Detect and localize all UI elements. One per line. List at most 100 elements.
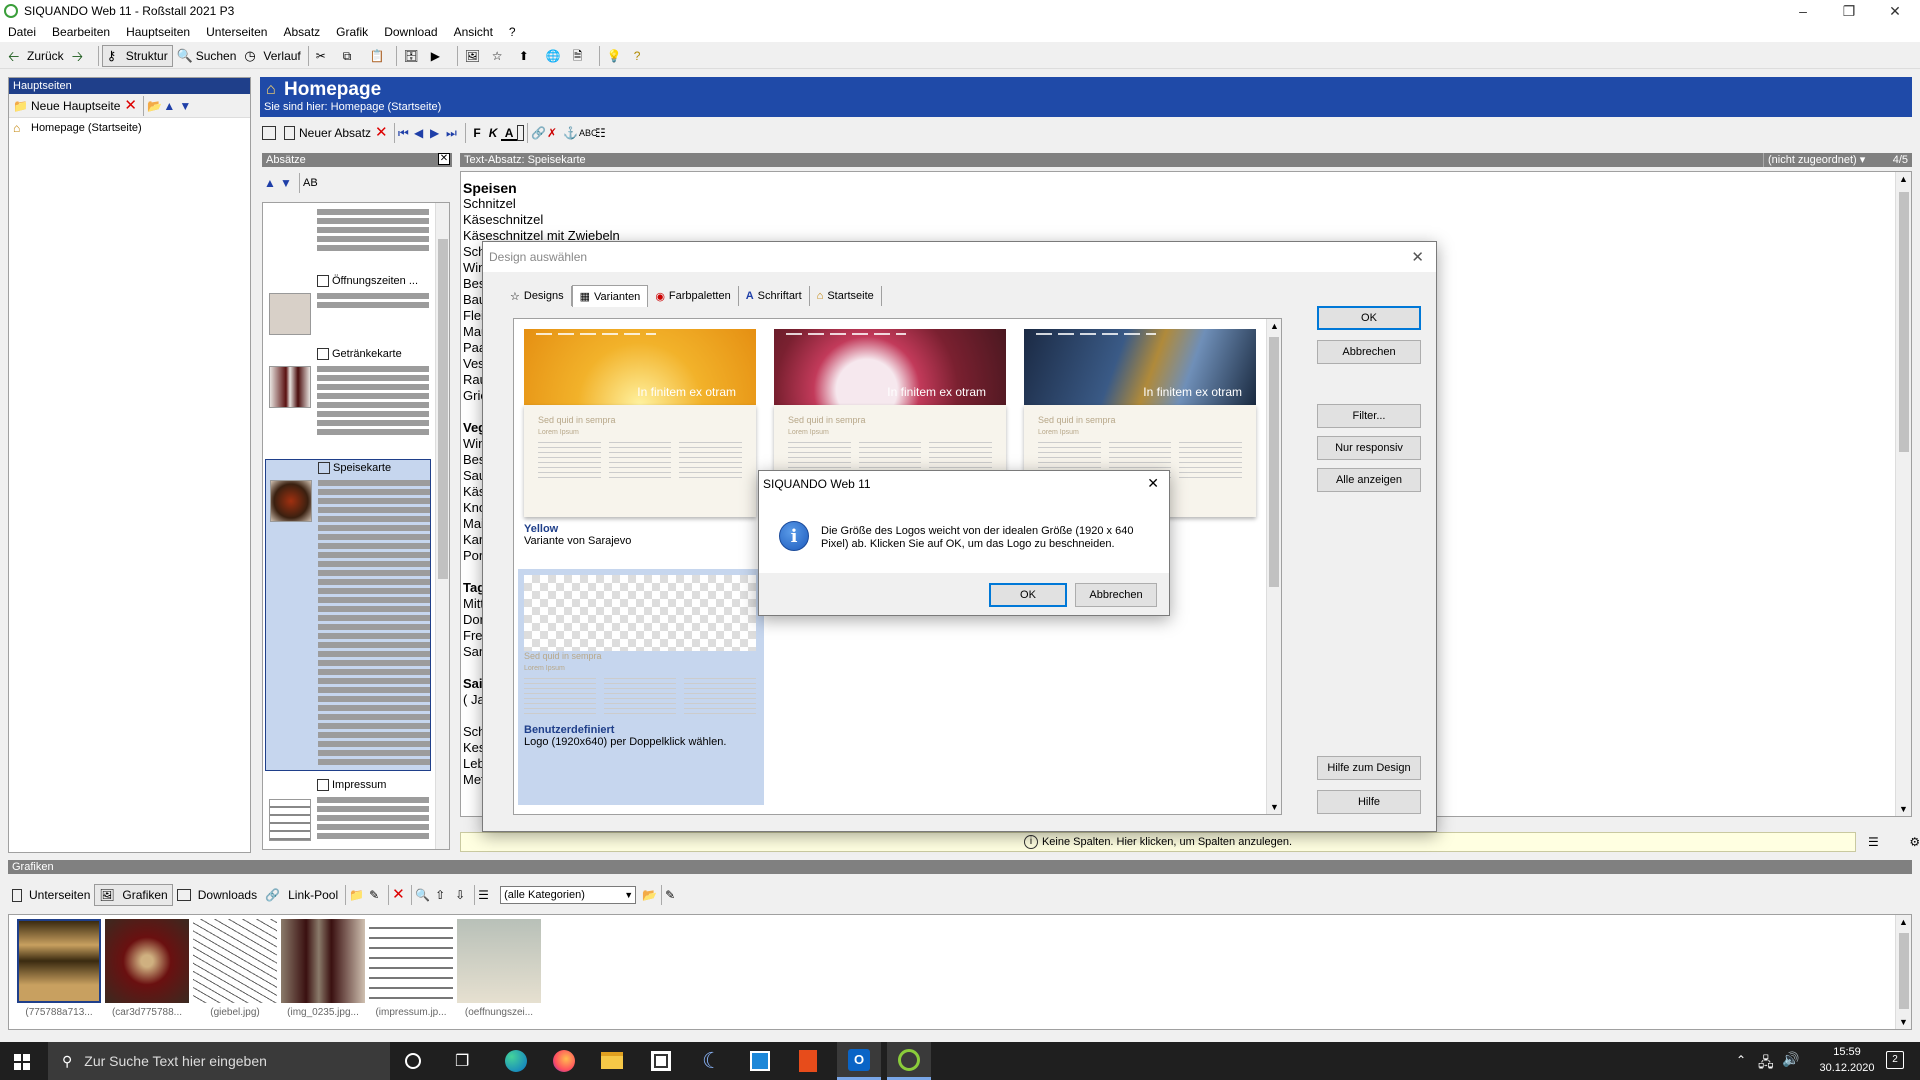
move-down-icon[interactable]: ▼	[179, 98, 195, 114]
menu-ansicht[interactable]: Ansicht	[446, 25, 501, 39]
bold-button[interactable]: F	[469, 125, 485, 141]
next-icon[interactable]: ▶	[430, 125, 446, 141]
graphic-thumbnail[interactable]: (775788a713...	[17, 919, 101, 1018]
last-icon[interactable]: ⏭	[446, 125, 462, 141]
tab-grafiken[interactable]: 🖼 Grafiken	[94, 884, 173, 906]
dialog-close-button[interactable]: ✕	[1411, 248, 1424, 266]
tab-startseite[interactable]: ⌂ Startseite	[810, 286, 882, 306]
tab-varianten[interactable]: ▦ Varianten	[571, 285, 649, 307]
minimize-button[interactable]: –	[1780, 0, 1826, 22]
spellcheck-icon[interactable]: ABC	[579, 125, 598, 141]
windows-start-icon[interactable]	[14, 1054, 30, 1070]
filter-button[interactable]: Filter...	[1317, 404, 1421, 428]
prev-icon[interactable]: ◀	[414, 125, 430, 141]
graphic-thumbnail[interactable]: (giebel.jpg)	[193, 919, 277, 1018]
menu-grafik[interactable]: Grafik	[328, 25, 376, 39]
taskbar-search[interactable]: ⚲ Zur Suche Text hier eingeben	[48, 1042, 390, 1080]
graphic-thumbnail[interactable]: (car3d775788...	[105, 919, 189, 1018]
graphic-thumbnail[interactable]: (img_0235.jpg...	[281, 919, 365, 1018]
cut-button[interactable]: ✂	[312, 45, 339, 67]
add-folder-icon[interactable]: 📁	[349, 887, 365, 903]
restore-button[interactable]: ❐	[1826, 0, 1872, 22]
menu-help[interactable]: ?	[501, 25, 524, 39]
network-icon[interactable]: 🖧	[1758, 1052, 1774, 1076]
edit-icon[interactable]: ✎	[369, 887, 385, 903]
notification-icon[interactable]: 2	[1886, 1051, 1904, 1069]
broom-icon[interactable]: ✎	[665, 887, 681, 903]
volume-icon[interactable]: 🔊	[1782, 1051, 1799, 1068]
delete-icon[interactable]: ✕	[392, 887, 408, 903]
calculator-icon[interactable]	[750, 1051, 770, 1071]
menu-absatz[interactable]: Absatz	[275, 25, 328, 39]
glossary-icon[interactable]: ☷	[595, 125, 611, 141]
msgbox-ok-button[interactable]: OK	[989, 583, 1067, 607]
design-help-button[interactable]: Hilfe zum Design	[1317, 756, 1421, 780]
import-icon[interactable]: ⇧	[435, 887, 451, 903]
zoom-icon[interactable]: 🔍	[415, 887, 431, 903]
move-up-icon[interactable]: ▲	[264, 175, 280, 191]
task-view-icon[interactable]: ❐	[455, 1051, 469, 1071]
moon-app-icon[interactable]: ☾	[702, 1048, 722, 1074]
tab-downloads[interactable]: Downloads	[173, 884, 261, 906]
close-panel-icon[interactable]: ✕	[438, 153, 450, 165]
graphic-thumbnail[interactable]: (impressum.jp...	[369, 919, 453, 1018]
edge-icon[interactable]	[505, 1050, 527, 1072]
delete-icon[interactable]: ✕	[124, 97, 140, 114]
close-button[interactable]: ✕	[1872, 0, 1918, 22]
move-up-icon[interactable]: ▲	[163, 98, 179, 114]
clock-time[interactable]: 15:59	[1822, 1046, 1872, 1058]
tab-unterseiten[interactable]: Unterseiten	[8, 884, 94, 906]
msgbox-cancel-button[interactable]: Abbrechen	[1075, 583, 1157, 607]
help-button[interactable]: Hilfe	[1317, 790, 1421, 814]
open-folder-icon[interactable]: 📂	[147, 98, 163, 114]
upload-button[interactable]: ⬆	[515, 45, 542, 67]
link-icon[interactable]: 🔗	[531, 125, 547, 141]
first-icon[interactable]: ⏮	[398, 125, 414, 141]
design-card-yellow[interactable]: In finitem ex otram Sed quid in sempra Lo…	[524, 329, 756, 547]
unlink-icon[interactable]: ✗	[547, 125, 563, 141]
globe-button[interactable]: 🌐	[542, 45, 569, 67]
history-button[interactable]: ◷ Verlauf	[240, 45, 304, 67]
folder-icon[interactable]: 📂	[642, 887, 658, 903]
office-icon[interactable]	[799, 1050, 817, 1072]
graphics-scrollbar[interactable]: ▲ ▼	[1895, 915, 1911, 1029]
ok-button[interactable]: OK	[1317, 306, 1421, 330]
tab-farbpaletten[interactable]: ◉ Farbpaletten	[648, 286, 739, 306]
italic-button[interactable]: K	[485, 125, 501, 141]
cancel-button[interactable]: Abbrechen	[1317, 340, 1421, 364]
search-button[interactable]: 🔍 Suchen	[173, 45, 241, 67]
assign-select[interactable]: (nicht zugeordnet) ▾	[1763, 153, 1873, 167]
tray-chevron-icon[interactable]: ⌃	[1736, 1053, 1746, 1067]
menu-hauptseiten[interactable]: Hauptseiten	[118, 25, 198, 39]
view-list-icon[interactable]: ☰	[478, 887, 494, 903]
siquando-icon[interactable]	[887, 1042, 931, 1080]
text-cursor-icon[interactable]	[517, 125, 525, 141]
back-button[interactable]: 🡠 Zurück	[4, 45, 68, 67]
menu-datei[interactable]: Datei	[0, 25, 44, 39]
paragraph-item[interactable]: Impressum	[263, 777, 433, 849]
editor-scrollbar[interactable]: ▲ ▼	[1895, 172, 1911, 816]
tab-link-pool[interactable]: 🔗 Link-Pool	[261, 884, 342, 906]
store-icon[interactable]	[651, 1051, 671, 1071]
paragraph-item[interactable]: Öffnungszeiten ...	[263, 273, 433, 343]
paragraph-item[interactable]: Getränkekarte	[263, 346, 433, 456]
design-card-custom-selected[interactable]: Sed quid in sempra Lorem Ipsum Benutzerde…	[518, 569, 764, 805]
msgbox-close-button[interactable]: ✕	[1147, 475, 1159, 492]
tab-designs[interactable]: ☆ Designs	[503, 286, 572, 306]
help-button[interactable]: ?	[630, 45, 657, 67]
firefox-icon[interactable]	[553, 1050, 575, 1072]
layout-icon[interactable]	[262, 126, 276, 140]
paragraph-item-selected[interactable]: Speisekarte	[265, 459, 431, 771]
paragraphs-scrollbar[interactable]	[435, 203, 449, 849]
copy-button[interactable]: ⧉	[339, 45, 366, 67]
category-select[interactable]: (alle Kategorien) ▼	[500, 886, 637, 904]
tree-item-homepage[interactable]: ⌂ Homepage (Startseite)	[9, 118, 250, 138]
menu-bearbeiten[interactable]: Bearbeiten	[44, 25, 118, 39]
images-button[interactable]: 🖼	[461, 45, 488, 67]
new-main-page-button[interactable]: 📁 Neue Hauptseite	[13, 98, 120, 114]
forward-button[interactable]: 🡢	[68, 45, 95, 67]
file-explorer-icon[interactable]	[601, 1052, 623, 1069]
tips-button[interactable]: 💡	[603, 45, 630, 67]
menu-unterseiten[interactable]: Unterseiten	[198, 25, 275, 39]
move-down-icon[interactable]: ▼	[280, 175, 296, 191]
